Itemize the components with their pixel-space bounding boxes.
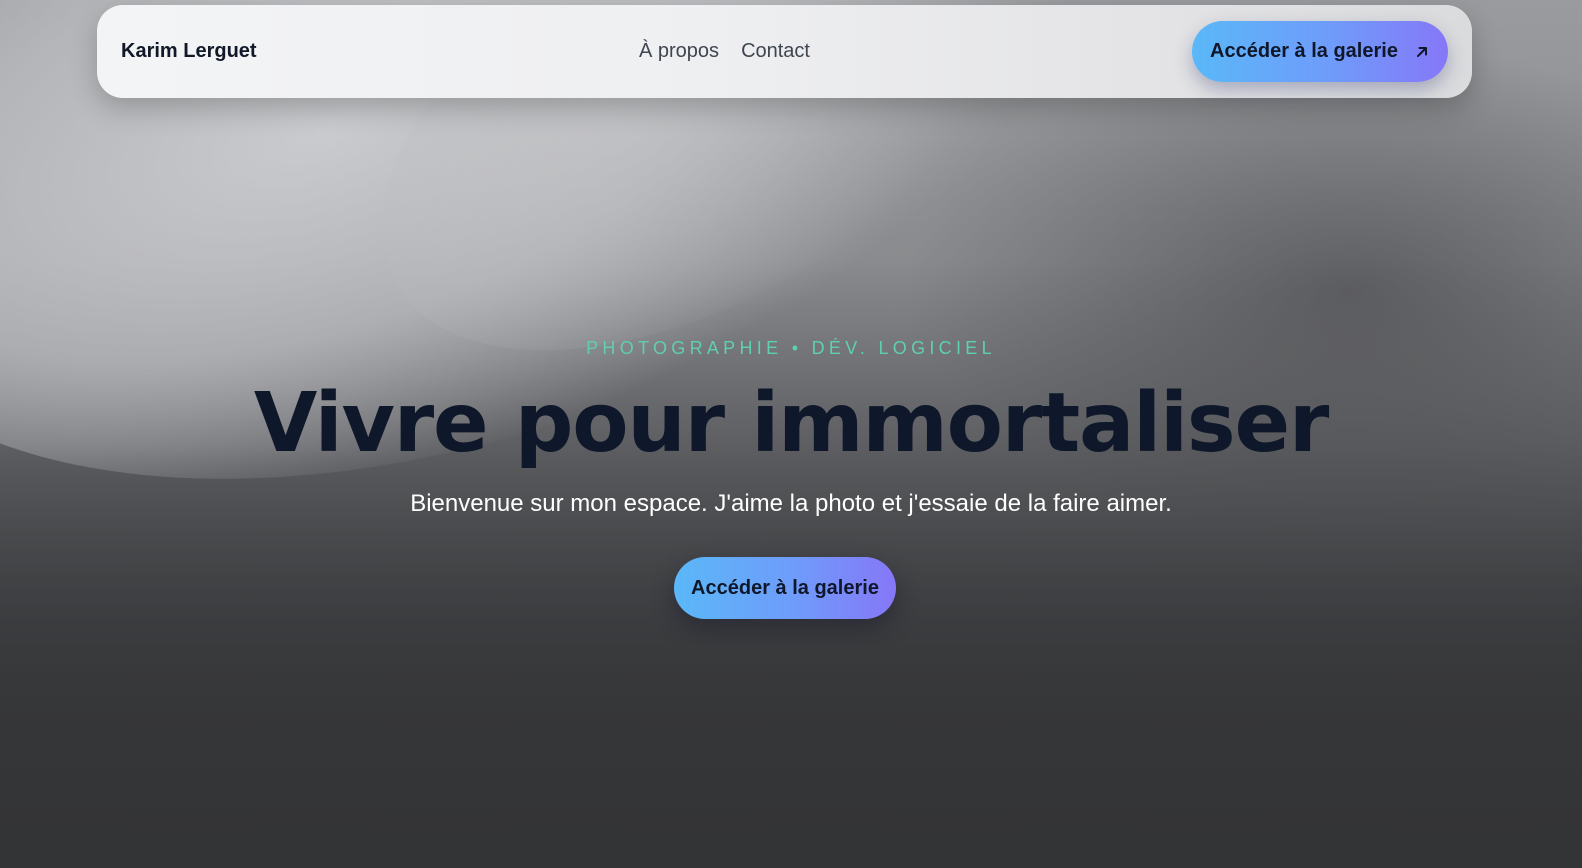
hero-subtitle: Bienvenue sur mon espace. J'aime la phot…	[410, 490, 1172, 517]
gallery-hero-button[interactable]: Accéder à la galerie	[674, 557, 896, 619]
hero-section: PHOTOGRAPHIE • DÉV. LOGICIEL Vivre pour …	[0, 0, 1582, 868]
hero-headline: Vivre pour immortaliser	[253, 376, 1330, 471]
hero-eyebrow: PHOTOGRAPHIE • DÉV. LOGICIEL	[586, 338, 996, 358]
